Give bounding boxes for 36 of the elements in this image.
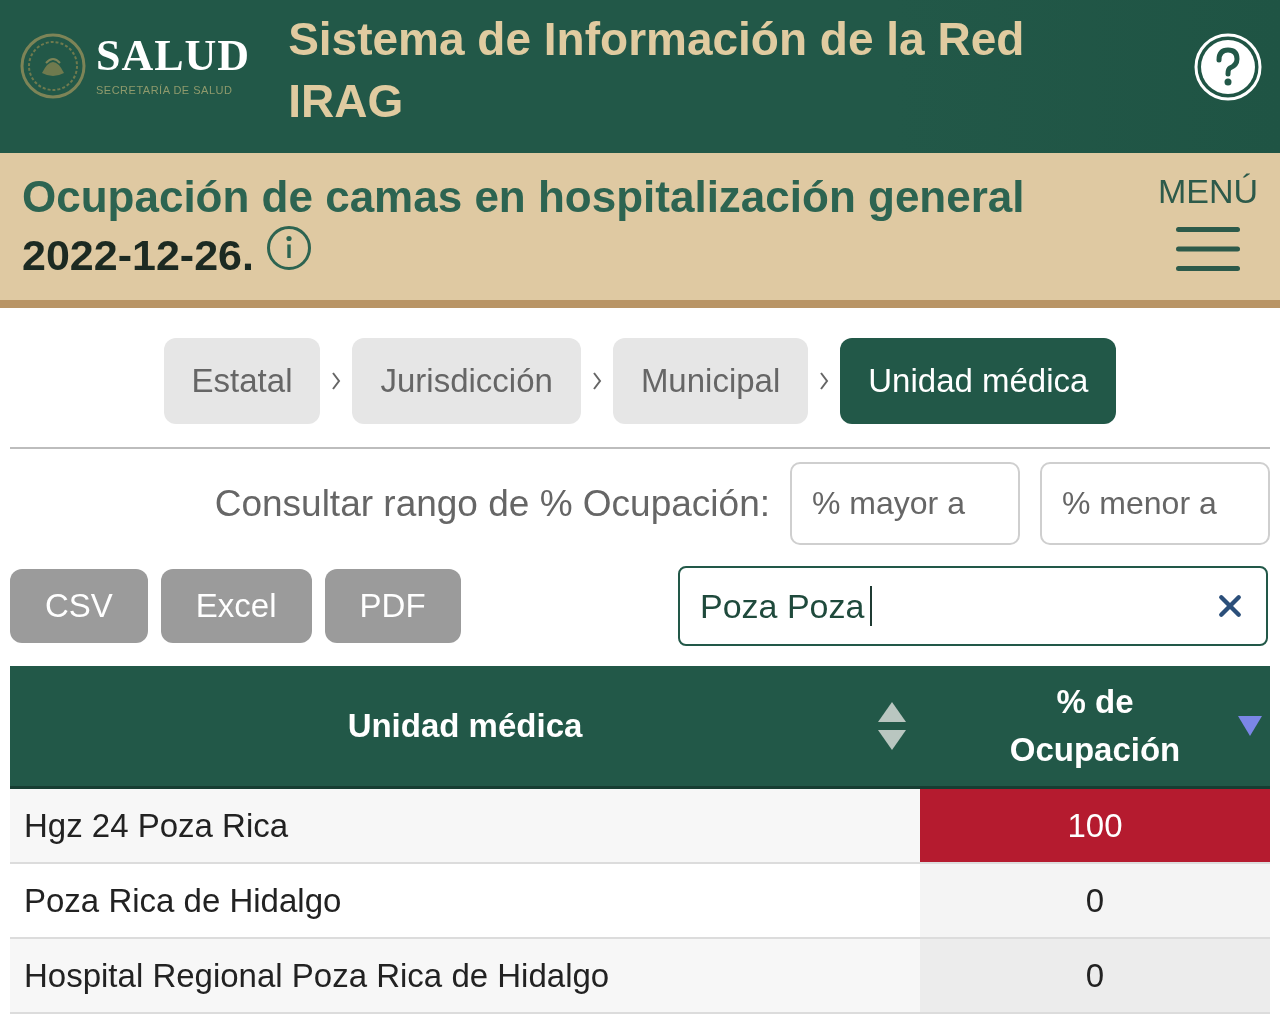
info-icon[interactable] (265, 225, 312, 271)
clear-search-button[interactable] (1218, 594, 1242, 618)
export-button[interactable]: PDF (324, 569, 461, 643)
page-title: Ocupación de camas en hospitalización general (22, 171, 1025, 223)
breadcrumb-tab[interactable]: Unidad médica (840, 338, 1117, 424)
breadcrumb-tab[interactable]: Estatal (163, 338, 321, 424)
column-header[interactable]: Unidad médica (10, 666, 920, 786)
table-cell: 0 (920, 864, 1270, 937)
table-cell-text: Hospital Regional Poza Rica de Hidalgo (23, 955, 611, 996)
help-button[interactable] (1194, 33, 1262, 101)
menu-icon (1175, 227, 1240, 271)
min-percent-field[interactable]: % mayor a (790, 462, 1020, 545)
logo-title: SALUD (96, 36, 251, 76)
max-percent-field[interactable]: % menor a (1040, 462, 1270, 545)
table-cell-text: Poza Rica de Hidalgo (23, 880, 343, 921)
emblem-icon (20, 33, 86, 99)
chevron-icon (591, 371, 602, 391)
menu-button[interactable]: MENÚ (1157, 173, 1258, 271)
chevron-icon (819, 371, 830, 391)
breadcrumb-tab[interactable]: Municipal (612, 338, 809, 424)
report-date: 2022-12-26. (22, 230, 254, 281)
close-icon (1218, 594, 1242, 618)
column-header[interactable]: % de Ocupación (920, 666, 1270, 786)
table-cell-text: Hgz 24 Poza Rica (23, 805, 290, 846)
chevron-icon (331, 371, 342, 391)
breadcrumb-tab[interactable]: Jurisdicción (352, 338, 581, 424)
table-cell: 100 (920, 789, 1270, 862)
logo-subtitle: SECRETARÍA DE SALUD (96, 84, 233, 96)
range-filter-label: Consultar rango de % Ocupación: (214, 482, 770, 525)
app-title: Sistema de Información de la Red IRAG (288, 12, 1026, 129)
export-button[interactable]: Excel (160, 569, 312, 643)
help-icon (1194, 33, 1262, 101)
search-field[interactable]: Poza Poza (678, 566, 1268, 646)
export-button[interactable]: CSV (10, 569, 148, 643)
table-cell: 0 (920, 939, 1270, 1012)
text-cursor (870, 586, 873, 626)
